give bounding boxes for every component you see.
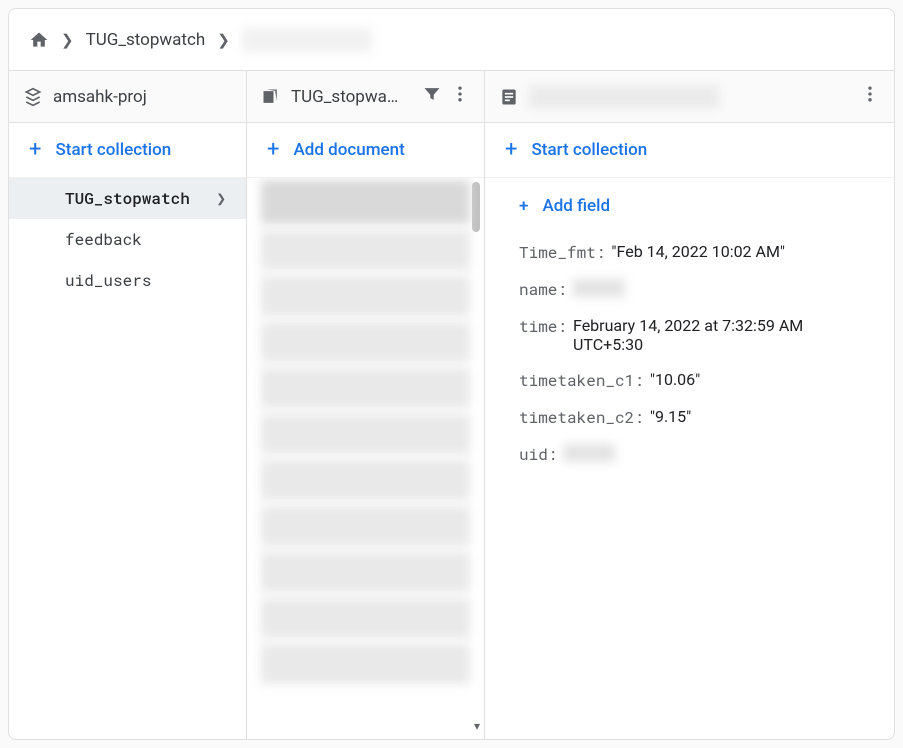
field-row[interactable]: uid: <box>519 436 874 473</box>
start-subcollection-label: Start collection <box>531 140 647 160</box>
fields-column: + Start collection + Add field Time_fmt:… <box>485 123 894 739</box>
documents-list[interactable]: ▾ <box>247 178 484 739</box>
field-value: "9.15" <box>650 407 691 426</box>
breadcrumb-document-redacted[interactable] <box>242 28 372 52</box>
field-key: time: <box>519 316 567 337</box>
document-item-redacted[interactable] <box>261 322 470 362</box>
column-headers: amsahk-proj TUG_stopwa… <box>9 71 894 123</box>
field-value-redacted <box>563 444 615 462</box>
collection-item[interactable]: uid_users <box>9 260 246 301</box>
collection-item-label: TUG_stopwatch <box>65 188 190 209</box>
field-value: "10.06" <box>650 370 700 389</box>
scrollbar-thumb[interactable] <box>472 182 480 232</box>
field-value: "Feb 14, 2022 10:02 AM" <box>611 242 785 261</box>
document-item-redacted[interactable] <box>261 460 470 500</box>
start-collection-button[interactable]: + Start collection <box>9 123 246 178</box>
filter-icon[interactable] <box>422 84 442 109</box>
plus-icon: + <box>267 139 279 161</box>
add-field-label: Add field <box>542 196 610 216</box>
document-item-redacted[interactable] <box>261 598 470 638</box>
field-row[interactable]: name: <box>519 271 874 308</box>
fields-list: + Add field Time_fmt: "Feb 14, 2022 10:0… <box>485 178 894 493</box>
add-document-button[interactable]: + Add document <box>247 123 484 178</box>
document-item-redacted[interactable] <box>261 180 470 224</box>
collection-item[interactable]: TUG_stopwatch ❯ <box>9 178 246 219</box>
project-header: amsahk-proj <box>9 71 247 122</box>
field-key: name: <box>519 279 567 300</box>
breadcrumb-collection[interactable]: TUG_stopwatch <box>86 30 206 50</box>
collection-item[interactable]: feedback <box>9 219 246 260</box>
collections-column: + Start collection TUG_stopwatch ❯ feedb… <box>9 123 247 739</box>
project-name: amsahk-proj <box>53 87 147 107</box>
document-item-redacted[interactable] <box>261 552 470 592</box>
start-collection-label: Start collection <box>55 140 171 160</box>
kebab-menu-icon[interactable] <box>450 84 470 109</box>
document-icon <box>499 87 519 107</box>
home-icon[interactable] <box>29 30 49 50</box>
field-row[interactable]: time: February 14, 2022 at 7:32:59 AM UT… <box>519 308 874 362</box>
document-header <box>485 71 894 122</box>
document-id-redacted <box>529 86 719 108</box>
plus-icon: + <box>29 139 41 161</box>
collections-list: TUG_stopwatch ❯ feedback uid_users <box>9 178 246 739</box>
document-item-redacted[interactable] <box>261 276 470 316</box>
collection-item-label: uid_users <box>65 270 151 291</box>
field-key: timetaken_c1: <box>519 370 644 391</box>
collection-item-label: feedback <box>65 229 142 250</box>
add-document-label: Add document <box>293 140 404 160</box>
collection-name: TUG_stopwa… <box>291 87 398 107</box>
document-item-redacted[interactable] <box>261 230 470 270</box>
document-item-redacted[interactable] <box>261 414 470 454</box>
chevron-right-icon: ❯ <box>216 188 226 209</box>
document-item-redacted[interactable] <box>261 506 470 546</box>
field-key: timetaken_c2: <box>519 407 644 428</box>
plus-icon: + <box>519 196 528 216</box>
collection-header: TUG_stopwa… <box>247 71 485 122</box>
field-key: Time_fmt: <box>519 242 605 263</box>
plus-icon: + <box>505 139 517 161</box>
field-value-redacted <box>573 279 625 297</box>
chevron-right-icon: ❯ <box>217 31 230 49</box>
field-row[interactable]: Time_fmt: "Feb 14, 2022 10:02 AM" <box>519 234 874 271</box>
field-key: uid: <box>519 444 557 465</box>
document-item-redacted[interactable] <box>261 644 470 684</box>
field-row[interactable]: timetaken_c2: "9.15" <box>519 399 874 436</box>
scroll-down-icon[interactable]: ▾ <box>474 719 480 733</box>
documents-column: + Add document ▾ <box>247 123 485 739</box>
collection-icon <box>261 87 281 107</box>
kebab-menu-icon[interactable] <box>860 84 880 109</box>
field-value: February 14, 2022 at 7:32:59 AM UTC+5:30 <box>573 316 833 354</box>
breadcrumb: ❯ TUG_stopwatch ❯ <box>9 9 894 71</box>
start-subcollection-button[interactable]: + Start collection <box>485 123 894 178</box>
document-item-redacted[interactable] <box>261 368 470 408</box>
project-icon <box>23 87 43 107</box>
add-field-button[interactable]: + Add field <box>519 186 874 234</box>
field-row[interactable]: timetaken_c1: "10.06" <box>519 362 874 399</box>
chevron-right-icon: ❯ <box>61 31 74 49</box>
